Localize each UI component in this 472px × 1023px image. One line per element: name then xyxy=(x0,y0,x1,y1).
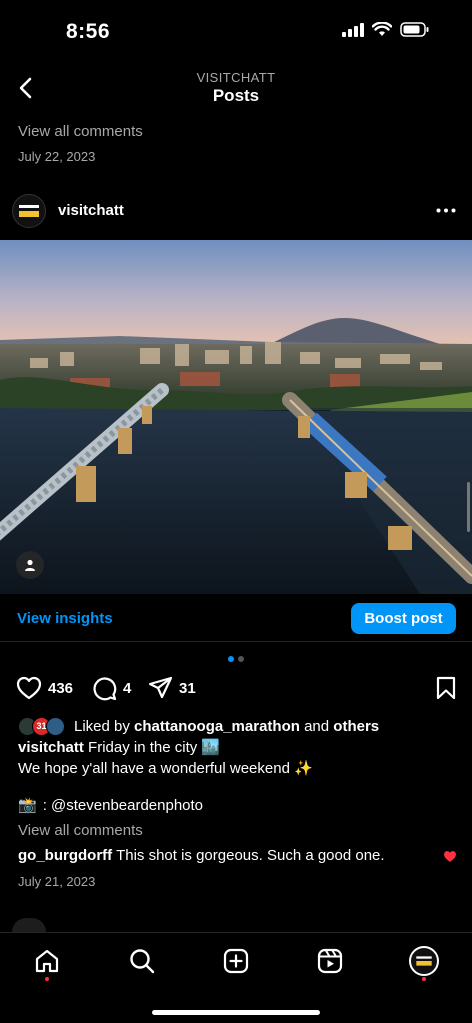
send-icon xyxy=(148,676,173,699)
comment-username[interactable]: go_burgdorff xyxy=(18,847,112,864)
tab-reels[interactable] xyxy=(312,943,348,979)
heart-icon xyxy=(16,676,42,700)
camera-icon: 📸 xyxy=(18,797,37,814)
comment-icon xyxy=(93,677,117,701)
cellular-signal-icon xyxy=(342,22,364,37)
more-horizontal-icon xyxy=(436,208,456,212)
insights-row: View insights Boost post xyxy=(0,600,472,642)
view-all-comments-link[interactable]: View all comments xyxy=(18,822,143,839)
likes-count: 436 xyxy=(48,679,74,697)
more-options-button[interactable] xyxy=(434,200,458,220)
status-bar: 8:56 xyxy=(0,0,472,62)
liked-by-prefix: Liked by xyxy=(74,717,130,735)
post-header: visitchatt xyxy=(0,190,472,234)
photo-credit-text: : @stevenbeardenphoto xyxy=(42,796,204,814)
heart-filled-icon xyxy=(444,851,456,862)
liked-by-user[interactable]: chattanooga_marathon xyxy=(134,718,300,735)
share-button[interactable]: 31 xyxy=(148,676,196,700)
reels-icon xyxy=(317,948,343,974)
wifi-icon xyxy=(372,22,392,36)
tab-home[interactable] xyxy=(29,943,65,979)
home-icon xyxy=(35,949,59,973)
tab-search[interactable] xyxy=(124,943,160,979)
view-all-comments-link[interactable]: View all comments xyxy=(18,123,143,140)
scrollbar[interactable] xyxy=(467,482,470,532)
chattanooga-logo-icon xyxy=(414,954,434,968)
bookmark-icon xyxy=(436,676,456,700)
search-icon xyxy=(130,949,155,974)
post-photo[interactable] xyxy=(0,240,472,594)
person-icon xyxy=(25,559,35,571)
post-username[interactable]: visitchatt xyxy=(58,202,124,219)
comments-count: 4 xyxy=(123,680,132,697)
comment-button[interactable]: 4 xyxy=(92,676,131,701)
post-caption: visitchatt Friday in the city 🏙️ We hope… xyxy=(18,737,454,779)
profile-notification-dot xyxy=(422,977,426,981)
save-button[interactable] xyxy=(436,676,456,705)
carousel-dot xyxy=(238,656,244,662)
photo-credit: 📸 : @stevenbeardenphoto xyxy=(18,796,204,815)
caption-line-2: We hope y'all have a wonderful weekend ✨ xyxy=(18,760,313,777)
battery-icon xyxy=(400,22,429,37)
comment-text: This shot is gorgeous. Such a good one. xyxy=(116,847,385,864)
liker-avatars: 31 xyxy=(18,716,65,736)
profile-avatar xyxy=(409,946,439,976)
shares-count: 31 xyxy=(179,679,196,697)
chattanooga-logo-icon xyxy=(16,202,42,220)
home-notification-dot xyxy=(45,977,49,981)
post-date: July 22, 2023 xyxy=(18,149,96,164)
liked-by-others[interactable]: others xyxy=(333,718,379,735)
view-insights-link[interactable]: View insights xyxy=(17,610,113,627)
top-comment: go_burgdorff This shot is gorgeous. Such… xyxy=(18,847,438,864)
liked-by-and: and xyxy=(304,717,330,735)
liked-by-row[interactable]: 31 Liked by chattanooga_marathon and oth… xyxy=(18,714,460,738)
create-icon xyxy=(223,948,249,974)
liker-avatar xyxy=(46,716,65,736)
bottom-tab-bar xyxy=(0,932,472,1023)
caption-line-1: Friday in the city 🏙️ xyxy=(88,739,221,756)
posts-header: VISITCHATT Posts xyxy=(0,62,472,114)
avatar[interactable] xyxy=(12,194,46,228)
carousel-indicator xyxy=(0,656,472,662)
page-title: Posts xyxy=(212,86,260,105)
next-post-avatar xyxy=(12,918,46,932)
home-indicator[interactable] xyxy=(152,1010,320,1015)
status-icons xyxy=(342,22,430,37)
comment-like-button[interactable] xyxy=(443,850,457,868)
aerial-city-river-photo xyxy=(0,240,472,594)
previous-post-footer: View all comments July 22, 2023 xyxy=(0,114,472,174)
carousel-dot-active xyxy=(228,656,234,662)
caption-username[interactable]: visitchatt xyxy=(18,739,84,756)
boost-post-button[interactable]: Boost post xyxy=(351,603,456,634)
header-account-name: VISITCHATT xyxy=(196,70,276,85)
like-button[interactable]: 436 xyxy=(16,676,73,700)
post-date: July 21, 2023 xyxy=(18,874,96,889)
tab-profile[interactable] xyxy=(406,943,442,979)
post-actions: 436 4 31 xyxy=(0,676,472,704)
tab-create[interactable] xyxy=(218,943,254,979)
tagged-people-button[interactable] xyxy=(16,551,44,579)
status-time: 8:56 xyxy=(66,20,111,43)
